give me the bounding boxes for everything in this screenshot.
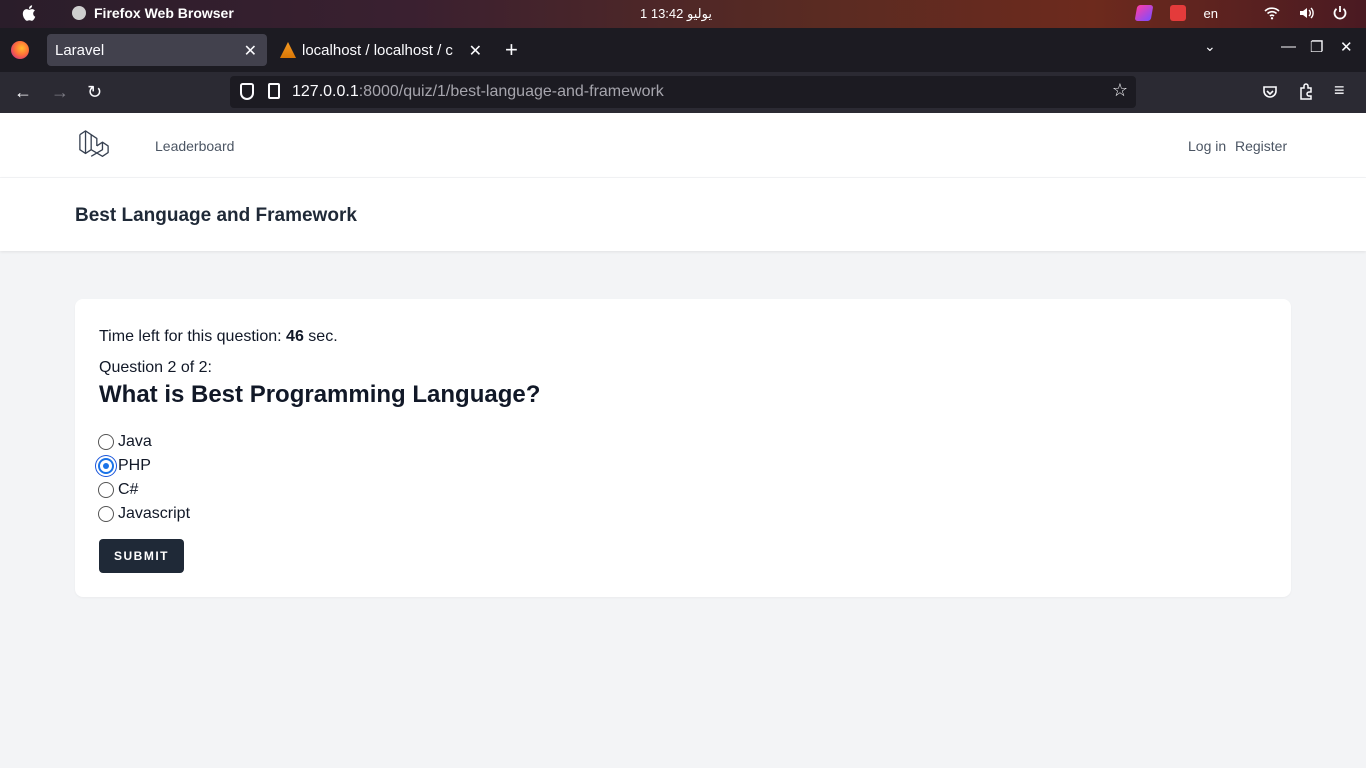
app-navigation: Leaderboard Log in Register xyxy=(0,113,1366,178)
close-tab-icon[interactable]: ✕ xyxy=(244,41,257,61)
submit-button[interactable]: SUBMIT xyxy=(99,539,184,573)
clock[interactable]: 1 يوليو 13:42 xyxy=(640,6,712,22)
radio-button[interactable] xyxy=(98,506,114,522)
tab-title: Laravel xyxy=(55,41,105,59)
forward-icon[interactable]: → xyxy=(51,82,69,103)
volume-icon[interactable] xyxy=(1298,5,1314,21)
option-label: Javascript xyxy=(118,505,191,522)
tab-bar: Laravel ✕ localhost / localhost / c ✕ + … xyxy=(0,28,1366,72)
url-bar[interactable]: 127.0.0.1:8000/quiz/1/best-language-and-… xyxy=(230,76,1136,108)
url-host: 127.0.0.1 xyxy=(292,83,359,100)
os-top-bar: Firefox Web Browser 1 يوليو 13:42 en xyxy=(0,0,1366,28)
login-link[interactable]: Log in xyxy=(1188,138,1226,154)
active-app-label: Firefox Web Browser xyxy=(94,5,234,21)
wifi-icon[interactable] xyxy=(1264,5,1280,21)
timer-value: 46 xyxy=(286,328,304,345)
anydesk-icon[interactable] xyxy=(1169,5,1186,21)
extensions-icon[interactable] xyxy=(1298,83,1314,101)
bookmark-star-icon[interactable]: ☆ xyxy=(1112,80,1128,101)
laravel-logo-icon[interactable] xyxy=(78,129,110,161)
power-icon[interactable] xyxy=(1332,5,1348,21)
option-label: Java xyxy=(118,433,152,450)
option-java[interactable]: Java xyxy=(98,430,190,454)
nav-leaderboard-link[interactable]: Leaderboard xyxy=(155,138,234,154)
list-tabs-chevron-icon[interactable]: ⌄ xyxy=(1204,38,1216,55)
radio-button-selected[interactable] xyxy=(98,458,114,474)
tracking-protection-shield-icon[interactable] xyxy=(240,83,254,100)
option-label: C# xyxy=(118,481,139,498)
question-counter: Question 2 of 2: xyxy=(99,359,212,376)
answer-options: Java PHP C# Javascript xyxy=(98,430,190,526)
back-icon[interactable]: ← xyxy=(14,82,32,103)
timer-prefix: Time left for this question: xyxy=(99,328,287,345)
quiz-card: Time left for this question: 46 sec. Que… xyxy=(75,299,1291,597)
url-text[interactable]: 127.0.0.1:8000/quiz/1/best-language-and-… xyxy=(292,83,664,101)
firefox-app-icon xyxy=(72,6,86,20)
option-php[interactable]: PHP xyxy=(98,454,190,478)
restore-icon[interactable]: ❐ xyxy=(1310,38,1323,56)
page-header: Best Language and Framework xyxy=(0,178,1366,251)
phpmyadmin-favicon-icon xyxy=(280,42,296,58)
pocket-icon[interactable] xyxy=(1262,84,1278,100)
tab-laravel[interactable]: Laravel ✕ xyxy=(47,34,267,66)
close-tab-icon[interactable]: ✕ xyxy=(469,41,482,61)
menu-hamburger-icon[interactable]: ≡ xyxy=(1334,80,1345,101)
question-text: What is Best Programming Language? xyxy=(99,381,541,408)
option-csharp[interactable]: C# xyxy=(98,478,190,502)
page-viewport: Leaderboard Log in Register Best Languag… xyxy=(0,113,1366,768)
system-tray: en xyxy=(1134,5,1348,21)
navigation-toolbar: ← → ↻ 127.0.0.1:8000/quiz/1/best-languag… xyxy=(0,72,1366,113)
page-title: Best Language and Framework xyxy=(75,205,357,226)
page-info-icon[interactable] xyxy=(268,83,280,99)
radio-button[interactable] xyxy=(98,482,114,498)
new-tab-icon[interactable]: + xyxy=(505,37,518,63)
language-indicator[interactable]: en xyxy=(1204,6,1218,21)
app-tray-icon[interactable] xyxy=(1134,5,1153,21)
reload-icon[interactable]: ↻ xyxy=(87,82,102,103)
register-link[interactable]: Register xyxy=(1235,138,1287,154)
tab-phpmyadmin[interactable]: localhost / localhost / c ✕ xyxy=(274,34,488,66)
minimize-icon[interactable]: — xyxy=(1281,38,1296,55)
option-javascript[interactable]: Javascript xyxy=(98,502,190,526)
url-path: :8000/quiz/1/best-language-and-framework xyxy=(358,83,664,100)
question-timer: Time left for this question: 46 sec. xyxy=(99,328,338,346)
active-app[interactable]: Firefox Web Browser xyxy=(72,5,234,21)
firefox-view-icon[interactable] xyxy=(11,41,29,59)
option-label: PHP xyxy=(118,457,151,474)
tab-title: localhost / localhost / c xyxy=(302,41,453,59)
timer-suffix: sec. xyxy=(303,328,338,345)
radio-button[interactable] xyxy=(98,434,114,450)
apple-icon[interactable] xyxy=(20,4,36,22)
close-window-icon[interactable]: ✕ xyxy=(1340,38,1353,56)
